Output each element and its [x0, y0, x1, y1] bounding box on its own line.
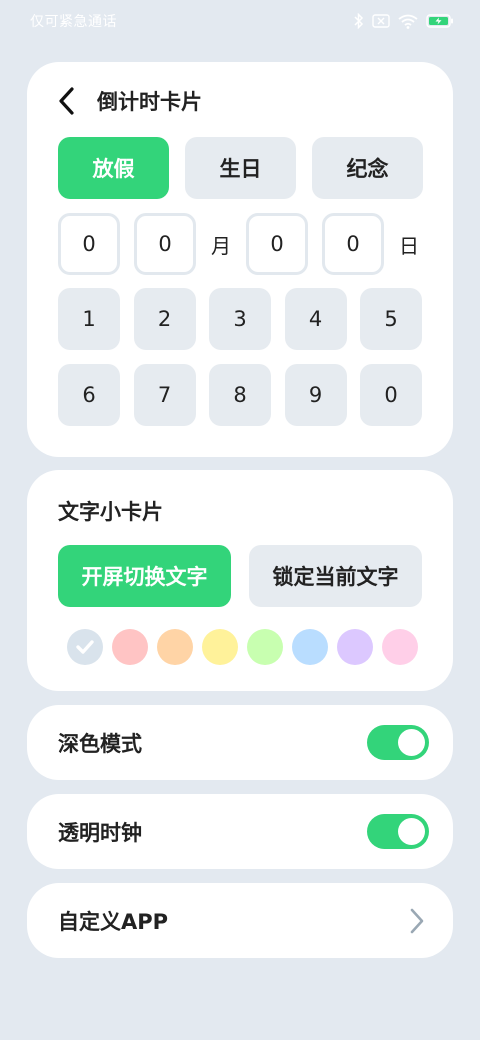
page-title: 倒计时卡片	[97, 90, 202, 114]
color-swatch-purple[interactable]	[337, 629, 373, 665]
bluetooth-icon	[354, 13, 364, 29]
chevron-right-icon[interactable]	[407, 906, 427, 936]
day-unit-label: 日	[399, 233, 419, 258]
category-birthday-button[interactable]: 生日	[185, 137, 296, 199]
no-sim-icon	[372, 14, 390, 28]
key-7[interactable]: 7	[133, 364, 196, 426]
status-icons	[354, 13, 454, 29]
switch-text-on-open-button[interactable]: 开屏切换文字	[58, 545, 231, 607]
text-card: 文字小卡片 开屏切换文字 锁定当前文字	[27, 470, 453, 691]
month-digit-1[interactable]: 0	[58, 213, 120, 275]
day-digit-2[interactable]: 0	[322, 213, 384, 275]
dark-mode-label: 深色模式	[58, 731, 142, 756]
toggle-knob	[398, 729, 425, 756]
custom-app-row[interactable]: 自定义APP	[27, 883, 453, 958]
transparent-clock-row: 透明时钟	[27, 794, 453, 869]
color-swatch-blue[interactable]	[292, 629, 328, 665]
custom-app-label: 自定义APP	[58, 909, 169, 934]
text-card-title: 文字小卡片	[58, 500, 163, 524]
color-swatch-selected[interactable]	[67, 629, 103, 665]
key-9[interactable]: 9	[284, 364, 347, 426]
countdown-header: 倒计时卡片	[57, 84, 202, 118]
dark-mode-row: 深色模式	[27, 705, 453, 780]
text-mode-row: 开屏切换文字 锁定当前文字	[58, 545, 422, 607]
color-swatch-red[interactable]	[112, 629, 148, 665]
color-swatch-orange[interactable]	[157, 629, 193, 665]
key-4[interactable]: 4	[284, 288, 347, 350]
countdown-card: 倒计时卡片 放假 生日 纪念 0 0 月 0 0 日 1 2 3 4 5 6 7…	[27, 62, 453, 457]
check-icon	[76, 640, 94, 654]
category-anniversary-button[interactable]: 纪念	[312, 137, 423, 199]
back-arrow-icon[interactable]	[57, 84, 85, 118]
day-digit-1[interactable]: 0	[246, 213, 308, 275]
key-2[interactable]: 2	[133, 288, 196, 350]
color-swatch-green[interactable]	[247, 629, 283, 665]
carrier-status-text: 仅可紧急通话	[30, 14, 117, 30]
key-0[interactable]: 0	[360, 364, 422, 426]
date-input-row: 0 0 月 0 0 日	[58, 213, 434, 275]
category-row: 放假 生日 纪念	[58, 137, 423, 199]
transparent-clock-label: 透明时钟	[58, 820, 142, 845]
wifi-icon	[398, 14, 418, 29]
battery-charging-icon	[426, 14, 454, 28]
dark-mode-toggle[interactable]	[367, 725, 429, 760]
category-holiday-button[interactable]: 放假	[58, 137, 169, 199]
color-swatch-row	[67, 629, 418, 665]
transparent-clock-toggle[interactable]	[367, 814, 429, 849]
number-keypad: 1 2 3 4 5 6 7 8 9 0	[58, 288, 422, 426]
key-1[interactable]: 1	[58, 288, 120, 350]
month-digit-2[interactable]: 0	[134, 213, 196, 275]
month-unit-label: 月	[211, 233, 231, 258]
status-bar: 仅可紧急通话	[0, 0, 480, 42]
key-8[interactable]: 8	[209, 364, 271, 426]
key-5[interactable]: 5	[360, 288, 422, 350]
color-swatch-yellow[interactable]	[202, 629, 238, 665]
key-6[interactable]: 6	[58, 364, 120, 426]
toggle-knob	[398, 818, 425, 845]
lock-current-text-button[interactable]: 锁定当前文字	[249, 545, 422, 607]
color-swatch-pink[interactable]	[382, 629, 418, 665]
key-3[interactable]: 3	[209, 288, 271, 350]
